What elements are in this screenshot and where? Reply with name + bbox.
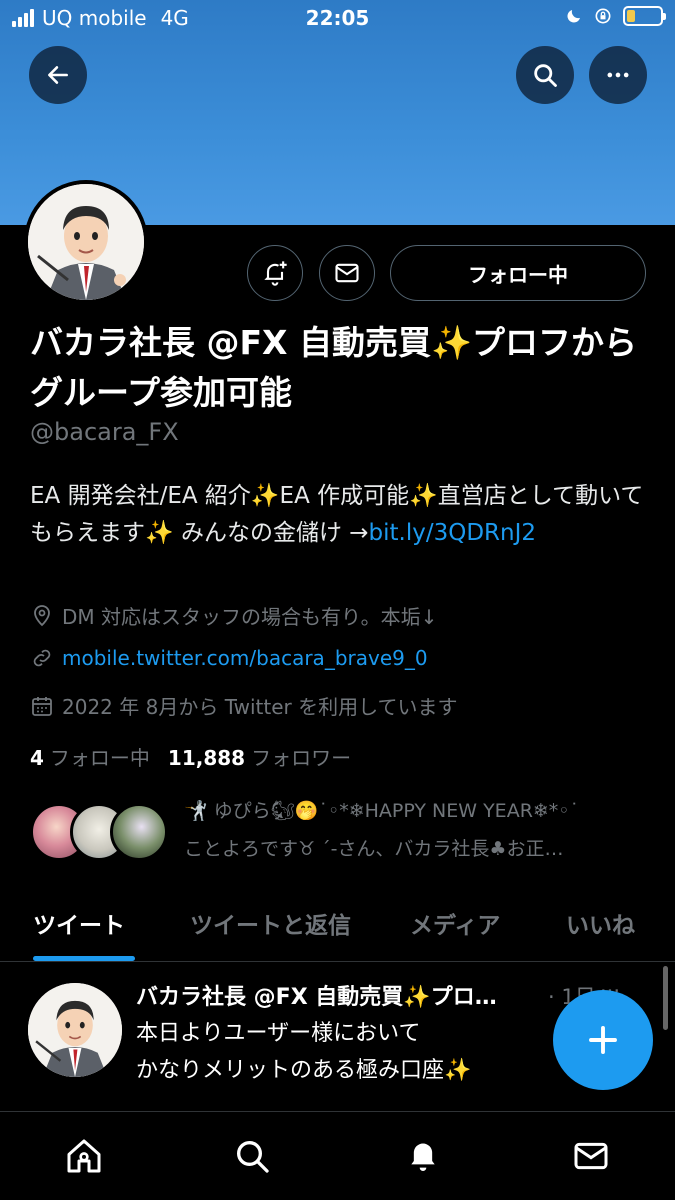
battery-icon bbox=[623, 6, 666, 26]
bio-text: EA 開発会社/EA 紹介✨EA 作成可能✨直営店として動いてもらえます✨ みん… bbox=[30, 483, 644, 546]
calendar-icon bbox=[32, 696, 52, 716]
profile-joined-date: 2022 年 8月から Twitter を利用しています bbox=[30, 691, 457, 720]
profile-display-name: バカラ社長 @FX 自動売買✨プロフからグループ参加可能 bbox=[30, 323, 638, 412]
nav-notifications[interactable] bbox=[401, 1134, 445, 1178]
avatar bbox=[110, 803, 168, 861]
joined-text: 2022 年 8月から Twitter を利用しています bbox=[62, 695, 458, 719]
followers-count: 11,888 bbox=[167, 746, 246, 770]
envelope-icon bbox=[335, 263, 359, 283]
location-pin-icon bbox=[34, 604, 50, 626]
tweet-avatar[interactable] bbox=[28, 983, 122, 1077]
active-tab-indicator bbox=[33, 956, 135, 961]
profile-avatar[interactable] bbox=[24, 180, 148, 304]
followers-stat[interactable]: 11,888 フォロワー bbox=[168, 742, 351, 771]
profile-tabs: ツイート ツイートと返信 メディア いいね bbox=[0, 898, 675, 962]
tweet-body-line-1: 本日よりユーザー様において bbox=[136, 1021, 421, 1046]
followers-label: フォロワー bbox=[251, 746, 352, 770]
fencer-icon: 🤺 bbox=[184, 800, 214, 822]
notification-toggle-button[interactable] bbox=[247, 245, 303, 301]
following-label: フォロー中 bbox=[49, 746, 150, 770]
arrow-left-icon bbox=[48, 66, 68, 84]
bottom-navigation bbox=[0, 1111, 675, 1200]
tweet-author-name[interactable]: バカラ社長 @FX 自動売買✨プロ… bbox=[136, 979, 546, 1011]
followed-by-line-1: 🤺 ゆぴら🐿🤭˙◦*❄HAPPY NEW YEAR❄*◦˙ bbox=[184, 800, 580, 822]
nav-home[interactable] bbox=[62, 1134, 106, 1178]
rotation-lock-icon bbox=[595, 8, 611, 24]
cartoon-avatar-image bbox=[28, 983, 122, 1077]
link-icon bbox=[33, 649, 51, 667]
following-count: 4 bbox=[30, 746, 44, 770]
more-button[interactable] bbox=[589, 46, 647, 104]
nav-messages[interactable] bbox=[569, 1134, 613, 1178]
nav-search[interactable] bbox=[230, 1134, 274, 1178]
compose-tweet-button[interactable] bbox=[553, 990, 653, 1090]
tweet-body-line-2: かなりメリットのある極み口座✨ bbox=[136, 1058, 472, 1083]
profile-location: DM 対応はスタッフの場合も有り。本垢↓ bbox=[30, 601, 437, 630]
bell-icon bbox=[411, 1143, 435, 1171]
status-bar: UQ mobile 4G 22:05 bbox=[0, 0, 675, 40]
tab-media[interactable]: メディア bbox=[410, 906, 500, 940]
more-horizontal-icon bbox=[607, 72, 629, 78]
tweet-body: 本日よりユーザー様において かなりメリットのある極み口座✨ bbox=[136, 1015, 606, 1089]
follow-stats: 4 フォロー中 11,888 フォロワー bbox=[30, 742, 351, 771]
cartoon-avatar-image bbox=[28, 184, 144, 300]
bio-link[interactable]: bit.ly/3QDRnJ2 bbox=[369, 520, 537, 546]
following-button[interactable]: フォロー中 bbox=[390, 245, 646, 301]
tab-tweets[interactable]: ツイート bbox=[33, 906, 125, 940]
profile-website[interactable]: mobile.twitter.com/bacara_brave9_0 bbox=[30, 646, 428, 670]
followed-by-text[interactable]: 🤺 ゆぴら🐿🤭˙◦*❄HAPPY NEW YEAR❄*◦˙ ことよろです♉︎ ´… bbox=[184, 792, 654, 868]
location-text: DM 対応はスタッフの場合も有り。本垢↓ bbox=[62, 605, 438, 629]
followed-by-line-2: ことよろです♉︎ ´-さん、バカラ社長♣お正… bbox=[184, 838, 564, 860]
message-button[interactable] bbox=[319, 245, 375, 301]
tab-likes[interactable]: いいね bbox=[566, 906, 635, 940]
moon-icon bbox=[567, 10, 580, 23]
website-link[interactable]: mobile.twitter.com/bacara_brave9_0 bbox=[62, 646, 428, 670]
profile-handle: @bacara_FX bbox=[30, 418, 179, 446]
plus-icon bbox=[589, 1026, 617, 1054]
bell-plus-icon bbox=[264, 261, 287, 286]
back-button[interactable] bbox=[29, 46, 87, 104]
search-icon bbox=[534, 64, 557, 87]
profile-bio: EA 開発会社/EA 紹介✨EA 作成可能✨直営店として動いてもらえます✨ みん… bbox=[30, 478, 650, 552]
scrollbar[interactable] bbox=[663, 966, 668, 1030]
followed-by-avatars[interactable] bbox=[30, 803, 170, 863]
following-stat[interactable]: 4 フォロー中 bbox=[30, 742, 150, 771]
search-icon bbox=[237, 1141, 269, 1173]
tab-tweets-and-replies[interactable]: ツイートと返信 bbox=[190, 906, 351, 940]
envelope-icon bbox=[574, 1142, 608, 1170]
search-button[interactable] bbox=[516, 46, 574, 104]
home-icon bbox=[67, 1139, 101, 1173]
